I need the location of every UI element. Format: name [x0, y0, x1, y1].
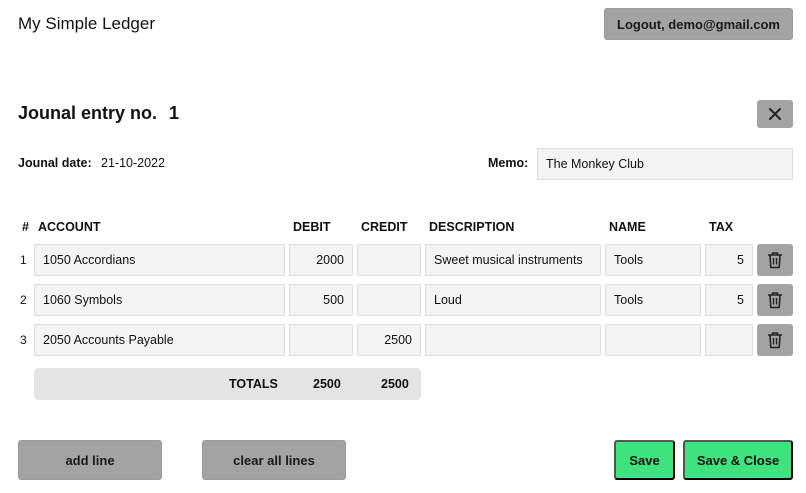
journal-date-label: Jounal date:: [18, 156, 92, 170]
credit-field[interactable]: [357, 244, 421, 276]
tax-field[interactable]: [705, 324, 753, 356]
close-icon: [769, 108, 781, 120]
logout-button[interactable]: Logout, demo@gmail.com: [604, 8, 793, 40]
name-field[interactable]: [605, 324, 701, 356]
name-field[interactable]: Tools: [605, 284, 701, 316]
delete-line-button[interactable]: [757, 244, 793, 276]
totals-credit: 2500: [381, 377, 409, 391]
trash-icon: [768, 332, 782, 349]
account-field[interactable]: 1060 Symbols: [34, 284, 285, 316]
column-header-tax: TAX: [709, 220, 734, 234]
entry-title: Jounal entry no. 1: [18, 103, 179, 124]
memo-input[interactable]: [537, 148, 793, 180]
account-field[interactable]: 1050 Accordians: [34, 244, 285, 276]
tax-field[interactable]: 5: [705, 284, 753, 316]
credit-field[interactable]: 2500: [357, 324, 421, 356]
delete-line-button[interactable]: [757, 324, 793, 356]
trash-icon: [768, 292, 782, 309]
name-field[interactable]: Tools: [605, 244, 701, 276]
account-field[interactable]: 2050 Accounts Payable: [34, 324, 285, 356]
trash-icon: [768, 252, 782, 269]
entry-number: 1: [169, 103, 180, 123]
debit-field[interactable]: 500: [289, 284, 353, 316]
delete-line-button[interactable]: [757, 284, 793, 316]
totals-debit: 2500: [313, 377, 341, 391]
column-header-debit: DEBIT: [293, 220, 331, 234]
journal-date-value[interactable]: 21-10-2022: [101, 156, 165, 170]
add-line-button[interactable]: add line: [18, 440, 162, 480]
row-number: 2: [20, 293, 27, 307]
clear-all-lines-button[interactable]: clear all lines: [202, 440, 346, 480]
column-header-description: DESCRIPTION: [429, 220, 515, 234]
save-close-button[interactable]: Save & Close: [683, 440, 793, 480]
totals-bar: TOTALS 2500 2500: [34, 368, 421, 400]
column-header-num: #: [22, 220, 29, 234]
tax-field[interactable]: 5: [705, 244, 753, 276]
row-number: 3: [20, 333, 27, 347]
description-field[interactable]: Loud: [425, 284, 601, 316]
description-field[interactable]: Sweet musical instruments: [425, 244, 601, 276]
totals-label: TOTALS: [229, 377, 278, 391]
column-header-credit: CREDIT: [361, 220, 408, 234]
entry-title-label: Jounal entry no.: [18, 103, 158, 123]
debit-field[interactable]: [289, 324, 353, 356]
column-header-name: NAME: [609, 220, 646, 234]
row-number: 1: [20, 253, 27, 267]
credit-field[interactable]: [357, 284, 421, 316]
save-button[interactable]: Save: [614, 440, 675, 480]
app-title: My Simple Ledger: [18, 14, 156, 33]
description-field[interactable]: [425, 324, 601, 356]
close-button[interactable]: [757, 100, 793, 128]
column-header-account: ACCOUNT: [38, 220, 101, 234]
debit-field[interactable]: 2000: [289, 244, 353, 276]
memo-label: Memo:: [488, 156, 529, 170]
